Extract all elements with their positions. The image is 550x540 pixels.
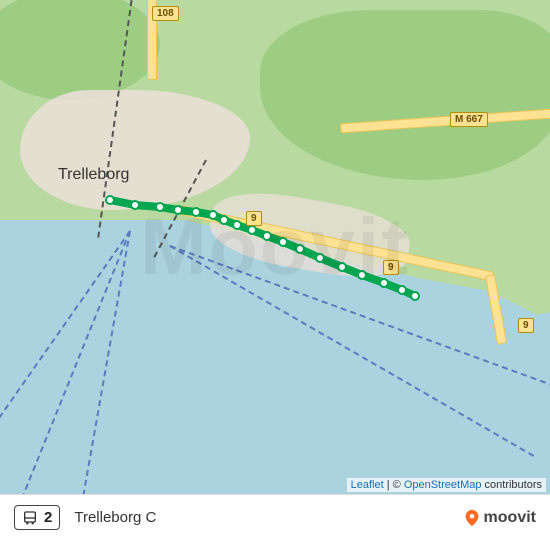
brand-text: moovit xyxy=(484,509,536,527)
route-stop[interactable] xyxy=(233,221,241,229)
route-stop[interactable] xyxy=(338,263,346,271)
road-shield-m667: M 667 xyxy=(450,112,488,127)
route-stop[interactable] xyxy=(411,292,419,300)
osm-link[interactable]: OpenStreetMap xyxy=(404,479,482,491)
pin-icon xyxy=(465,509,479,527)
route-stop[interactable] xyxy=(263,232,271,240)
route-stop[interactable] xyxy=(209,211,217,219)
city-label: Trelleborg xyxy=(58,166,129,184)
route-stop[interactable] xyxy=(316,254,324,262)
destination-label: Trelleborg C xyxy=(74,509,156,526)
leaflet-link[interactable]: Leaflet xyxy=(351,479,384,491)
route-stop[interactable] xyxy=(220,216,228,224)
map-attribution: Leaflet | © OpenStreetMap contributors xyxy=(347,478,546,492)
road-shield-9: 9 xyxy=(518,318,534,333)
route-stop[interactable] xyxy=(248,226,256,234)
route-stop[interactable] xyxy=(131,201,139,209)
bus-route-overlay xyxy=(0,0,550,494)
route-footer: 2 Trelleborg C moovit xyxy=(0,494,550,540)
route-stop[interactable] xyxy=(156,203,164,211)
route-stop[interactable] xyxy=(174,206,182,214)
map-container[interactable]: Trelleborg 108 M 667 9 9 9 Moovit Leafle… xyxy=(0,0,550,494)
route-stop[interactable] xyxy=(192,208,200,216)
route-stop[interactable] xyxy=(358,271,366,279)
map-canvas[interactable]: Trelleborg 108 M 667 9 9 9 Moovit Leafle… xyxy=(0,0,550,494)
attrib-suffix: contributors xyxy=(481,479,542,491)
attrib-sep: | © xyxy=(384,479,404,491)
road-shield-9: 9 xyxy=(383,260,399,275)
line-badge: 2 xyxy=(14,505,60,530)
route-stop[interactable] xyxy=(296,245,304,253)
bus-icon xyxy=(22,510,38,526)
route-stop[interactable] xyxy=(398,286,406,294)
line-number: 2 xyxy=(44,509,52,526)
route-stop[interactable] xyxy=(279,238,287,246)
route-stop[interactable] xyxy=(380,279,388,287)
road-shield-9: 9 xyxy=(246,211,262,226)
moovit-brand: moovit xyxy=(465,509,536,527)
route-stop[interactable] xyxy=(106,196,114,204)
road-shield-108: 108 xyxy=(152,6,179,21)
